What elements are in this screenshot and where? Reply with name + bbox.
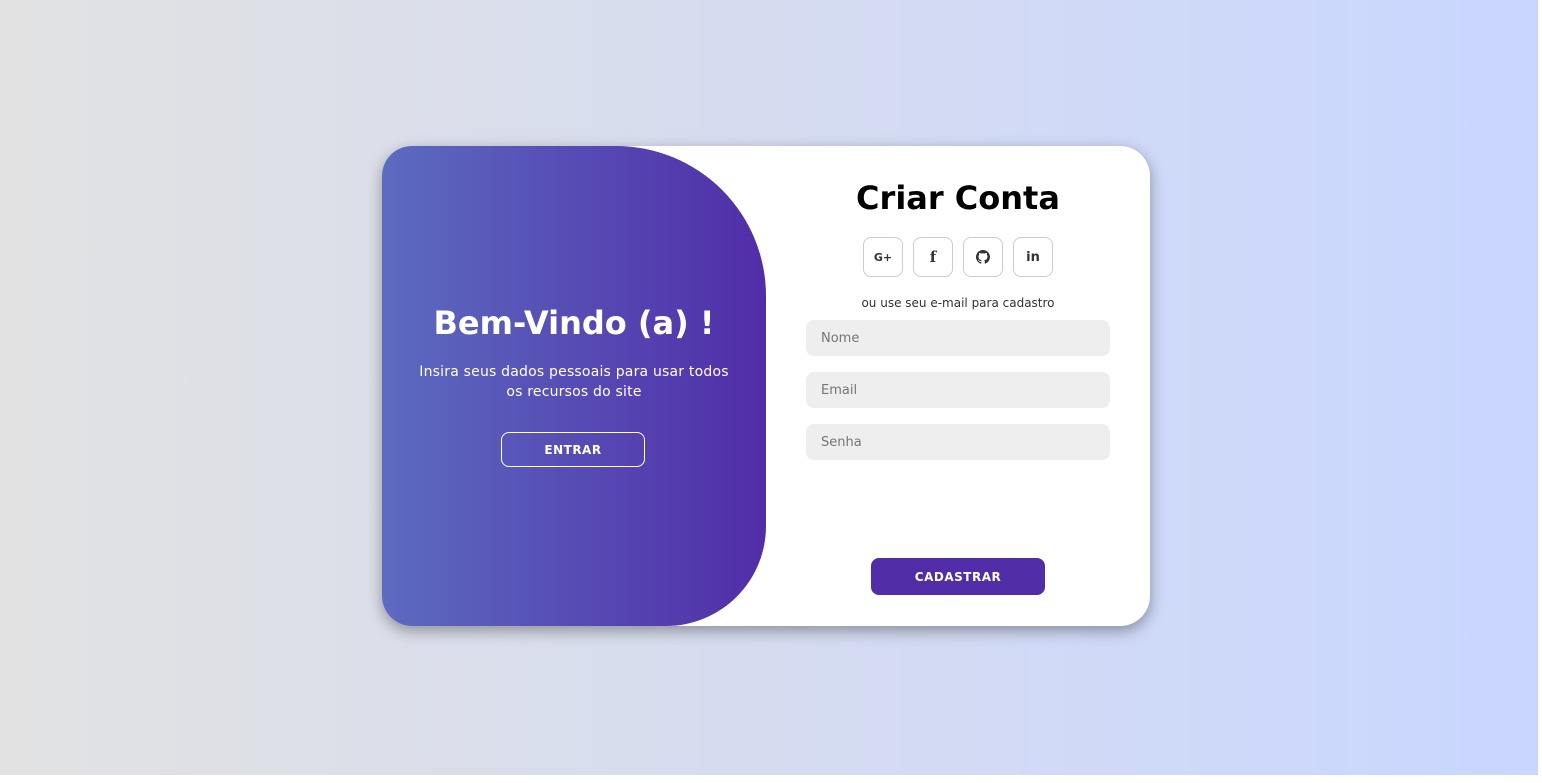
github-icon[interactable] [963,237,1003,277]
signup-hint: ou use seu e-mail para cadastro [861,296,1055,310]
social-login-row: G+ f in [863,237,1053,277]
google-plus-icon[interactable]: G+ [863,237,903,277]
name-input[interactable]: Nome [806,320,1110,356]
facebook-icon[interactable]: f [913,237,953,277]
sign-in-button[interactable]: ENTRAR [501,432,645,467]
auth-card: Bem-Vindo (a) ! Insira seus dados pessoa… [382,146,1150,626]
facebook-glyph: f [929,248,937,266]
google-plus-glyph: G+ [873,250,893,264]
welcome-description: Insira seus dados pessoais para usar tod… [419,364,729,400]
sign-up-button[interactable]: CADASTRAR [871,558,1045,595]
linkedin-glyph: in [1026,249,1040,265]
signup-title: Criar Conta [856,179,1060,217]
welcome-panel: Bem-Vindo (a) ! Insira seus dados pessoa… [382,146,766,626]
linkedin-icon[interactable]: in [1013,237,1053,277]
password-input[interactable]: Senha [806,424,1110,460]
email-placeholder: Email [821,382,858,398]
password-placeholder: Senha [821,434,862,450]
github-glyph [976,250,990,264]
signup-form: Criar Conta G+ f in ou use seu e-mail pa… [766,146,1150,626]
email-input[interactable]: Email [806,372,1110,408]
welcome-title: Bem-Vindo (a) ! [433,304,715,342]
name-placeholder: Nome [821,330,860,346]
